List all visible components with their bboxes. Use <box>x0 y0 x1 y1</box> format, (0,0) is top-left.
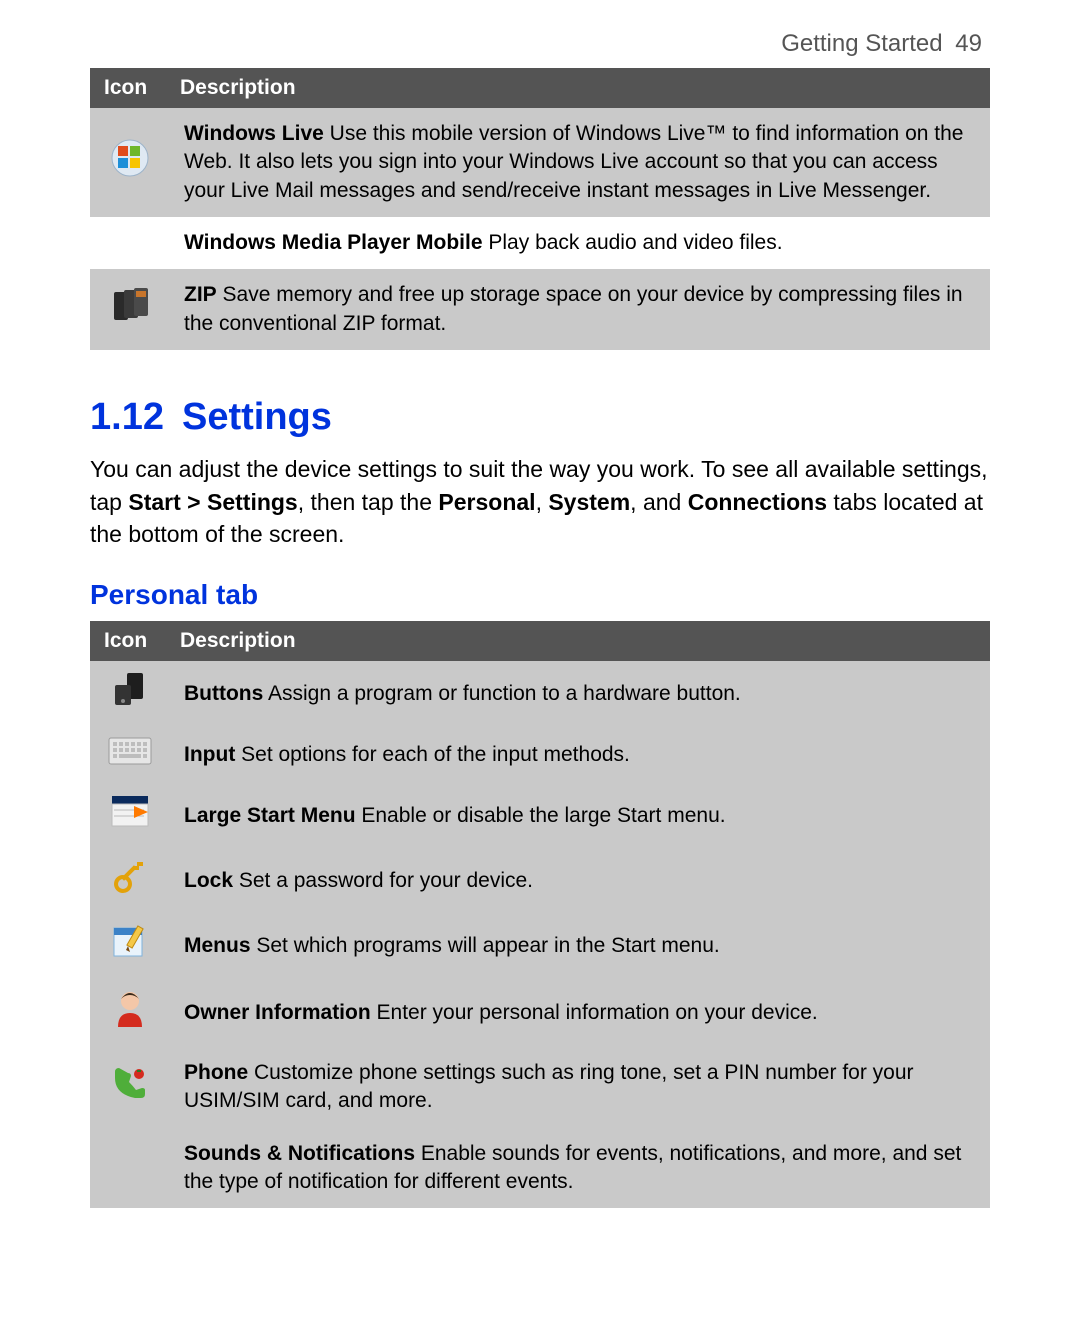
buttons-icon <box>111 671 149 709</box>
table-row: Buttons Assign a program or function to … <box>90 661 990 727</box>
desc-text: Enable or disable the large Start menu. <box>356 804 726 827</box>
desc-term: Menus <box>184 934 251 957</box>
desc-term: Phone <box>184 1061 248 1084</box>
section-name: Getting Started <box>781 30 942 57</box>
desc-text: Assign a program or function to a hardwa… <box>263 682 740 705</box>
table-row: Lock Set a password for your device. <box>90 848 990 914</box>
cell-description: Phone Customize phone settings such as r… <box>170 1047 990 1128</box>
zip-icon <box>110 286 150 326</box>
large-start-menu-icon <box>110 794 150 830</box>
desc-term: Sounds & Notifications <box>184 1142 415 1165</box>
para-text: , and <box>630 489 688 515</box>
col-header-description: Description <box>170 68 990 108</box>
table-row: Windows Media Player Mobile Play back au… <box>90 217 990 269</box>
section-title: Settings <box>182 396 332 438</box>
running-header: Getting Started 49 <box>90 30 990 58</box>
owner-info-icon <box>112 989 148 1029</box>
menus-icon <box>110 924 150 960</box>
desc-text: Set a password for your device. <box>233 869 533 892</box>
para-bold: Start > Settings <box>128 489 297 515</box>
desc-text: Save memory and free up storage space on… <box>184 283 963 334</box>
desc-term: Large Start Menu <box>184 804 356 827</box>
para-bold: Personal <box>438 489 535 515</box>
cell-description: Large Start Menu Enable or disable the l… <box>170 784 990 848</box>
section-heading: 1.12 Settings <box>90 396 990 439</box>
para-bold: Connections <box>688 489 827 515</box>
para-text: , <box>536 489 549 515</box>
desc-term: Owner Information <box>184 1001 371 1024</box>
table-row: Phone Customize phone settings such as r… <box>90 1047 990 1128</box>
cell-description: Input Set options for each of the input … <box>170 727 990 783</box>
manual-page: Getting Started 49 Icon Description <box>0 0 1080 1327</box>
para-text: , then tap the <box>298 489 439 515</box>
desc-term: Windows Media Player Mobile <box>184 231 483 254</box>
table-row: ZIP Save memory and free up storage spac… <box>90 269 990 350</box>
cell-description: Lock Set a password for your device. <box>170 848 990 914</box>
page-number: 49 <box>955 30 982 57</box>
key-icon <box>111 858 149 896</box>
cell-description: Windows Media Player Mobile Play back au… <box>170 217 990 269</box>
section-paragraph: You can adjust the device settings to su… <box>90 453 990 551</box>
col-header-description: Description <box>170 621 990 661</box>
desc-term: Lock <box>184 869 233 892</box>
keyboard-icon <box>108 737 152 765</box>
cell-description: Buttons Assign a program or function to … <box>170 661 990 727</box>
cell-description: Windows Live Use this mobile version of … <box>170 108 990 217</box>
table-row: Sounds & Notifications Enable sounds for… <box>90 1128 990 1209</box>
table-row: Large Start Menu Enable or disable the l… <box>90 784 990 848</box>
desc-text: Enter your personal information on your … <box>371 1001 818 1024</box>
cell-description: Owner Information Enter your personal in… <box>170 979 990 1047</box>
col-header-icon: Icon <box>90 621 170 661</box>
table-row: Windows Live Use this mobile version of … <box>90 108 990 217</box>
cell-description: Sounds & Notifications Enable sounds for… <box>170 1128 990 1209</box>
section-number: 1.12 <box>90 396 164 438</box>
desc-term: ZIP <box>184 283 217 306</box>
personal-tab-table: Icon Description Buttons Assign a progra… <box>90 621 990 1208</box>
phone-icon <box>111 1064 149 1102</box>
table-row: Input Set options for each of the input … <box>90 727 990 783</box>
cell-description: Menus Set which programs will appear in … <box>170 914 990 978</box>
subsection-heading: Personal tab <box>90 579 990 611</box>
cell-description: ZIP Save memory and free up storage spac… <box>170 269 990 350</box>
programs-table: Icon Description <box>90 68 990 350</box>
desc-term: Windows Live <box>184 122 324 145</box>
table-row: Menus Set which programs will appear in … <box>90 914 990 978</box>
para-bold: System <box>548 489 630 515</box>
windows-live-icon <box>110 138 150 178</box>
desc-text: Set which programs will appear in the St… <box>251 934 720 957</box>
col-header-icon: Icon <box>90 68 170 108</box>
desc-term: Input <box>184 743 235 766</box>
desc-text: Play back audio and video files. <box>483 231 783 254</box>
table-row: Owner Information Enter your personal in… <box>90 979 990 1047</box>
desc-text: Set options for each of the input method… <box>235 743 630 766</box>
desc-text: Customize phone settings such as ring to… <box>184 1061 914 1112</box>
desc-term: Buttons <box>184 682 263 705</box>
